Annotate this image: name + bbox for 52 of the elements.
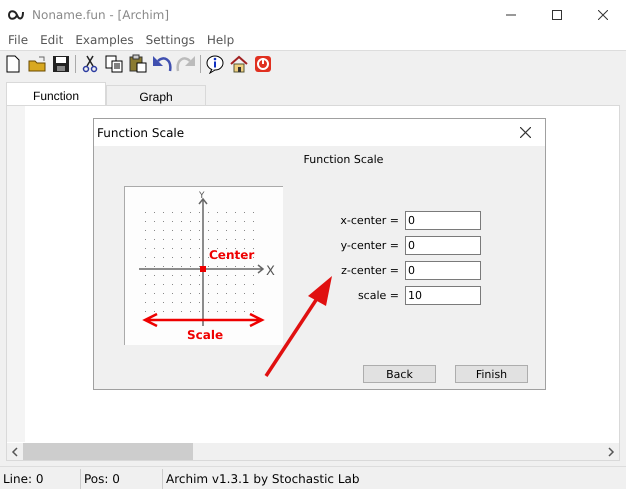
app-icon [8, 8, 24, 22]
toolbar-button[interactable] [27, 54, 47, 74]
field-label: z-center = [340, 264, 399, 277]
folder-icon [27, 54, 47, 74]
redo-icon [176, 54, 196, 74]
axis-label: X [266, 264, 275, 279]
toolbar-button[interactable] [205, 54, 225, 74]
maximize-icon [552, 10, 562, 20]
chevron-right-icon [607, 446, 615, 456]
copy-icon [104, 54, 124, 74]
input-field[interactable]: 0 [405, 211, 481, 230]
toolbar-button[interactable] [152, 54, 172, 74]
input-field[interactable]: 10 [405, 286, 481, 305]
dialog-button[interactable]: Back [363, 365, 436, 383]
scrollbar-thumb[interactable] [23, 443, 193, 460]
field-label: y-center = [340, 239, 399, 252]
center-label: Center [209, 248, 254, 262]
status-text: Line: 0 [0, 468, 81, 488]
house-icon [229, 54, 249, 74]
status-text: Pos: 0 [81, 468, 163, 488]
dialog-title: Function Scale [97, 126, 184, 140]
toolbar-button[interactable] [51, 54, 71, 74]
close-icon [598, 10, 608, 20]
window-title: Noname.fun - [Archim] [32, 8, 170, 22]
scale-label: Scale [187, 328, 224, 342]
center-marker [200, 266, 206, 272]
input-field[interactable]: 0 [405, 236, 481, 255]
close-icon [520, 127, 530, 138]
toolbar-button[interactable] [104, 54, 124, 74]
menu-item[interactable]: Settings [140, 33, 201, 47]
chevron-left-icon [11, 446, 19, 456]
menu-item[interactable]: Edit [34, 33, 70, 47]
menu-item[interactable]: Help [200, 33, 240, 47]
input-field[interactable]: 0 [405, 261, 481, 280]
axis-label: Y [199, 191, 204, 201]
toolbar-button[interactable] [229, 54, 249, 74]
horizontal-scrollbar[interactable] [7, 443, 619, 460]
undo-icon [152, 54, 172, 74]
dialog-heading: Function Scale [302, 152, 384, 168]
status-text: Archim v1.3.1 by Stochastic Lab [165, 470, 360, 488]
info-icon [205, 54, 225, 74]
dialog-button[interactable]: Finish [455, 365, 528, 383]
field-label: x-center = [339, 214, 399, 227]
clipboard-icon [128, 54, 148, 74]
menu-item[interactable]: File [2, 33, 34, 47]
toolbar-button[interactable] [80, 54, 100, 74]
power-icon [253, 54, 273, 74]
menu-item[interactable]: Examples [69, 33, 140, 47]
toolbar-button[interactable] [128, 54, 148, 74]
tab[interactable]: Graph [106, 85, 206, 107]
field-label: scale = [356, 289, 399, 302]
scissors-icon [80, 54, 100, 74]
